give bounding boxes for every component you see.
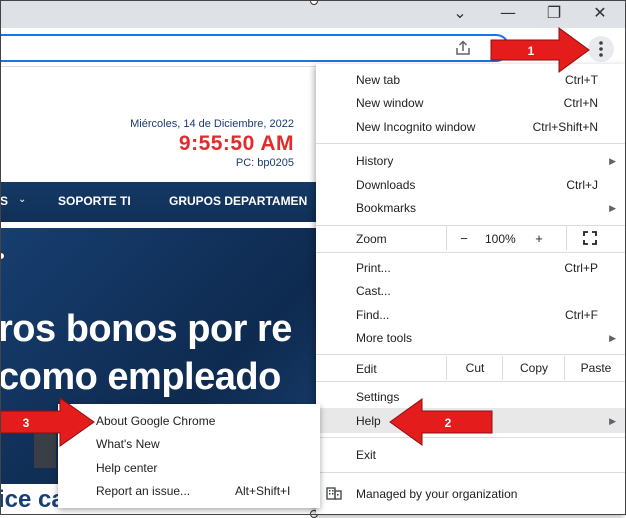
menu-downloads[interactable]: Downloads xyxy=(356,178,415,192)
submenu-help-center[interactable]: Help center xyxy=(96,461,157,475)
submenu-arrow-icon: ▶ xyxy=(609,203,616,213)
nav-item-soporte[interactable]: SOPORTE TI xyxy=(58,194,131,208)
page-pc-id: PC: bp0205 xyxy=(235,157,294,169)
fullscreen-icon[interactable] xyxy=(582,230,598,246)
menu-more-tools[interactable]: More tools xyxy=(356,331,412,345)
nav-item-partial[interactable]: S xyxy=(0,194,8,208)
menu-separator xyxy=(316,143,626,144)
annotation-label-3: 3 xyxy=(23,416,30,430)
menu-history[interactable]: History xyxy=(356,154,393,168)
minimize-button[interactable]: — xyxy=(495,2,521,24)
zoom-out-button[interactable]: − xyxy=(457,231,471,246)
address-bar[interactable] xyxy=(0,34,510,62)
menu-find[interactable]: Find... xyxy=(356,308,389,322)
menu-bookmarks[interactable]: Bookmarks xyxy=(356,201,416,215)
shortcut-print: Ctrl+P xyxy=(564,261,598,275)
menu-separator xyxy=(316,354,626,355)
managed-by-organization[interactable]: Managed by your organization xyxy=(356,487,517,501)
menu-new-tab[interactable]: New tab xyxy=(356,73,400,87)
shortcut-new-tab: Ctrl+T xyxy=(565,73,598,87)
three-dot-menu-icon xyxy=(599,41,603,57)
building-icon xyxy=(326,487,342,500)
edit-cut-button[interactable]: Cut xyxy=(446,356,503,380)
menu-cast[interactable]: Cast... xyxy=(356,284,391,298)
submenu-arrow-icon: ▶ xyxy=(609,333,616,343)
menu-edit-label: Edit xyxy=(356,362,377,376)
menu-separator xyxy=(316,381,626,382)
zoom-level: 100% xyxy=(485,232,516,246)
submenu-arrow-icon: ▶ xyxy=(609,156,616,166)
hero-line-2: como empleado xyxy=(0,356,281,398)
close-icon[interactable]: ✕ xyxy=(587,2,613,24)
menu-new-window[interactable]: New window xyxy=(356,96,423,110)
submenu-arrow-icon: ▶ xyxy=(609,416,616,426)
annotation-arrow-3: 3 xyxy=(0,397,95,447)
edit-paste-button[interactable]: Paste xyxy=(564,356,626,380)
shortcut-new-window: Ctrl+N xyxy=(563,96,598,110)
submenu-about-chrome[interactable]: About Google Chrome xyxy=(96,414,215,428)
restore-icon[interactable]: ❐ xyxy=(541,2,567,24)
shortcut-downloads: Ctrl+J xyxy=(566,178,598,192)
zoom-in-button[interactable]: + xyxy=(532,231,546,246)
menu-zoom-label: Zoom xyxy=(356,232,387,246)
nav-chevron-icon[interactable]: ⌄ xyxy=(18,194,26,205)
menu-separator xyxy=(316,252,626,253)
page-clock: 9:55:50 AM xyxy=(178,132,294,155)
chrome-menu-button[interactable] xyxy=(588,36,614,62)
menu-exit[interactable]: Exit xyxy=(356,448,376,462)
shortcut-new-incognito: Ctrl+Shift+N xyxy=(532,120,598,134)
menu-separator xyxy=(316,472,626,473)
chevron-down-icon[interactable]: ⌄ xyxy=(447,2,473,24)
menu-help[interactable]: Help xyxy=(356,414,381,428)
menu-new-incognito[interactable]: New Incognito window xyxy=(356,120,475,134)
shortcut-find: Ctrl+F xyxy=(565,308,598,322)
hero-line-1: ros bonos por re xyxy=(0,308,292,350)
annotation-label-2: 2 xyxy=(445,416,452,430)
submenu-whats-new[interactable]: What's New xyxy=(96,437,160,451)
share-icon[interactable] xyxy=(454,40,472,56)
submenu-report-issue[interactable]: Report an issue... xyxy=(96,484,190,498)
annotation-label-1: 1 xyxy=(528,44,535,58)
menu-print[interactable]: Print... xyxy=(356,261,391,275)
annotation-arrow-1: 1 xyxy=(490,27,590,73)
nav-item-grupos[interactable]: GRUPOS DEPARTAMEN xyxy=(169,194,307,208)
annotation-arrow-2: 2 xyxy=(389,398,493,446)
shortcut-report-issue: Alt+Shift+I xyxy=(235,484,291,498)
page-date: Miércoles, 14 de Diciembre, 2022 xyxy=(130,118,294,130)
edit-copy-button[interactable]: Copy xyxy=(502,356,565,380)
